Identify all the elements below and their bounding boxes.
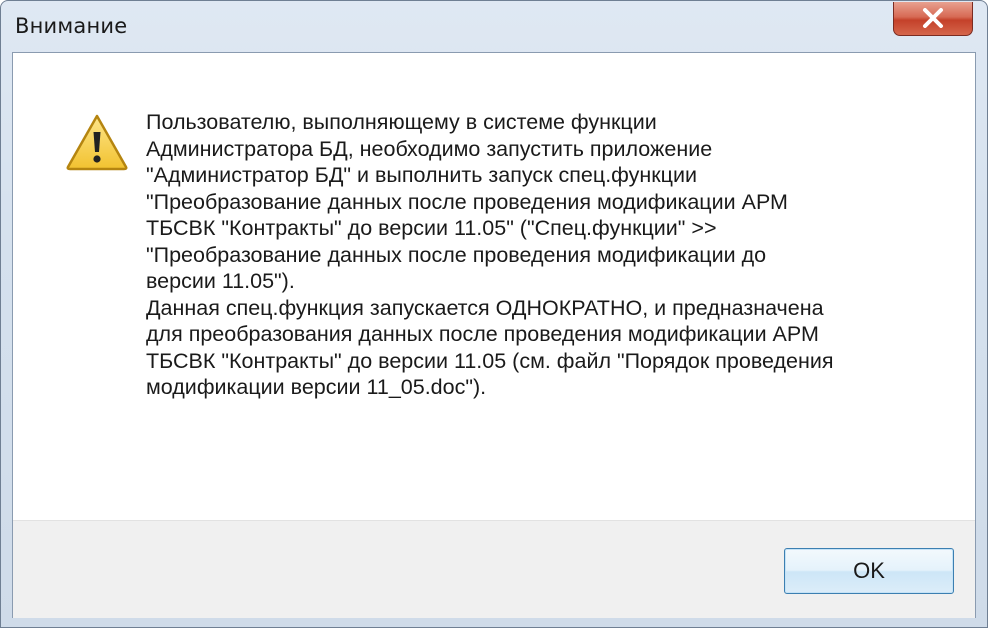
dialog-message: Пользователю, выполняющему в системе фун… bbox=[146, 110, 834, 399]
dialog-button-bar: OK bbox=[13, 520, 975, 618]
dialog-client-area: Пользователю, выполняющему в системе фун… bbox=[12, 52, 976, 618]
title-bar[interactable]: Внимание bbox=[1, 1, 987, 51]
warning-icon bbox=[66, 114, 128, 171]
dialog-window: Внимание Пользователю, выполняющему в си… bbox=[0, 0, 988, 628]
dialog-title: Внимание bbox=[15, 14, 128, 38]
close-icon bbox=[923, 8, 943, 28]
close-button[interactable] bbox=[893, 2, 973, 36]
message-area: Пользователю, выполняющему в системе фун… bbox=[13, 53, 975, 520]
ok-button[interactable]: OK bbox=[784, 548, 954, 594]
